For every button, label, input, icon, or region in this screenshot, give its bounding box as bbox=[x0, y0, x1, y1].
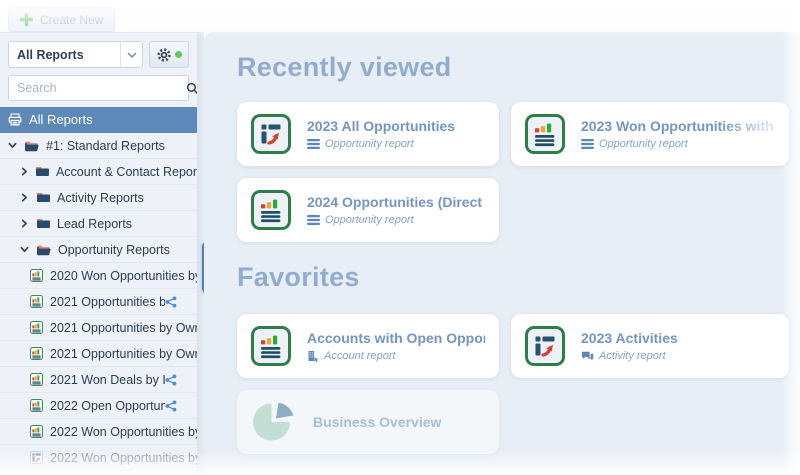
expand-chevron-icon[interactable] bbox=[20, 167, 35, 176]
chat-icon bbox=[581, 351, 594, 362]
tree-item[interactable]: Lead Reports bbox=[0, 211, 197, 237]
gear-icon bbox=[156, 47, 172, 63]
bar-chart-icon bbox=[251, 190, 291, 230]
tree-item[interactable]: Account & Contact Reports bbox=[0, 159, 197, 185]
report-card[interactable]: 2024 Opportunities (Direct Sales) Opport… bbox=[237, 178, 499, 242]
tree-item[interactable]: 2022 Won Opportunities by... bbox=[0, 419, 197, 445]
tree-item[interactable]: 2021 Opportunities by Own... bbox=[0, 341, 197, 367]
reports-app: Create New All Reports Search All Report… bbox=[0, 0, 800, 475]
favorites-grid: Accounts with Open Opportunities... Acco… bbox=[237, 314, 789, 454]
tree-item[interactable]: 2020 Won Opportunities by... bbox=[0, 263, 197, 289]
list-icon bbox=[581, 139, 594, 149]
tree-item[interactable]: 2022 Open Opportunit... bbox=[0, 393, 197, 419]
list-icon bbox=[307, 139, 320, 149]
report-type-label: Activity report bbox=[599, 350, 666, 362]
tree-item-label: Opportunity Reports bbox=[58, 242, 170, 257]
sidebar: All Reports Search All Reports #1: Stand… bbox=[0, 32, 199, 475]
list-icon bbox=[307, 215, 320, 225]
expand-chevron-icon[interactable] bbox=[8, 141, 24, 150]
building-icon bbox=[307, 350, 319, 362]
report-bar-icon bbox=[30, 295, 43, 308]
report-bar-icon bbox=[30, 347, 43, 360]
tree-item-label: Activity Reports bbox=[57, 190, 144, 205]
report-card-title: 2023 All Opportunities bbox=[307, 118, 456, 134]
folder-closed-icon bbox=[35, 166, 49, 177]
tree-item-label: All Reports bbox=[29, 112, 93, 127]
report-card-title: Accounts with Open Opportunities... bbox=[307, 330, 485, 346]
sidebar-search bbox=[8, 75, 199, 101]
report-bar-icon bbox=[30, 269, 43, 282]
share-icon[interactable] bbox=[165, 374, 177, 386]
folder-closed-icon bbox=[36, 218, 50, 229]
tree-item-label: 2021 Opportunities by Own... bbox=[50, 346, 197, 361]
report-type-label: Opportunity report bbox=[325, 214, 414, 226]
report-pivot-icon bbox=[30, 451, 43, 464]
recently-viewed-grid: 2023 All Opportunities Opportunity repor… bbox=[237, 102, 789, 242]
report-filter-value: All Reports bbox=[17, 47, 84, 62]
all-reports-icon bbox=[8, 113, 22, 126]
tree-item[interactable]: #1: Standard Reports bbox=[0, 133, 197, 159]
report-filter-select[interactable]: All Reports bbox=[8, 41, 143, 68]
tree-item-label: Lead Reports bbox=[57, 216, 133, 231]
tree-item[interactable]: Opportunity Reports bbox=[0, 237, 197, 263]
tree-item[interactable]: All Reports bbox=[0, 107, 197, 133]
chevron-down-icon bbox=[120, 42, 142, 67]
section-title-recently-viewed: Recently viewed bbox=[237, 52, 452, 82]
report-card-title: 2023 Won Opportunities with Total... bbox=[581, 118, 775, 134]
report-card-title: Business Overview bbox=[313, 414, 442, 430]
bar-chart-icon bbox=[251, 326, 291, 366]
tree-item[interactable]: 2023 All Opportunities bbox=[0, 471, 197, 475]
expand-chevron-icon[interactable] bbox=[20, 193, 36, 202]
plus-icon bbox=[20, 13, 33, 26]
tree-item[interactable]: Activity Reports bbox=[0, 185, 197, 211]
tree-item-label: 2021 Won Deals by In... bbox=[50, 372, 165, 387]
report-bar-icon bbox=[30, 425, 43, 438]
report-tree: All Reports #1: Standard Reports Account… bbox=[0, 107, 197, 475]
report-bar-icon bbox=[30, 321, 43, 334]
folder-open-icon bbox=[36, 244, 51, 256]
report-type-label: Opportunity report bbox=[599, 138, 688, 150]
report-bar-icon bbox=[30, 373, 43, 386]
create-new-label: Create New bbox=[40, 12, 104, 27]
create-new-button[interactable]: Create New bbox=[8, 7, 116, 32]
tree-item[interactable]: 2021 Opportunities by... bbox=[0, 289, 197, 315]
top-toolbar: Create New bbox=[0, 0, 800, 32]
report-card[interactable]: 2023 Won Opportunities with Total... Opp… bbox=[511, 102, 789, 166]
tree-item[interactable]: 2021 Opportunities by Own... bbox=[0, 315, 197, 341]
pivot-chart-icon bbox=[525, 326, 565, 366]
search-input[interactable] bbox=[9, 81, 186, 95]
tree-item-label: 2020 Won Opportunities by... bbox=[50, 268, 197, 283]
folder-closed-icon bbox=[36, 192, 50, 203]
tree-item-label: #1: Standard Reports bbox=[46, 138, 165, 153]
tree-item-label: 2021 Opportunities by Own... bbox=[50, 320, 197, 335]
tree-item-label: 2022 Won Opportunities by... bbox=[50, 450, 197, 465]
folder-open-icon bbox=[24, 140, 39, 152]
report-bar-icon bbox=[30, 399, 43, 412]
report-type-label: Account report bbox=[324, 350, 396, 362]
report-type-label: Opportunity report bbox=[325, 138, 414, 150]
pie-chart-icon bbox=[251, 400, 297, 444]
tree-item-label: Account & Contact Reports bbox=[55, 164, 197, 179]
report-card-title: 2024 Opportunities (Direct Sales) bbox=[307, 194, 485, 210]
share-icon[interactable] bbox=[165, 296, 177, 308]
report-card-title: 2023 Activities bbox=[581, 330, 678, 346]
tree-item-label: 2022 Open Opportunit... bbox=[50, 398, 165, 413]
share-icon[interactable] bbox=[165, 400, 177, 412]
expand-chevron-icon[interactable] bbox=[20, 245, 36, 254]
settings-button[interactable] bbox=[149, 41, 189, 68]
report-card[interactable]: 2023 Activities Activity report bbox=[511, 314, 789, 378]
section-title-favorites: Favorites bbox=[237, 262, 360, 292]
report-card[interactable]: Accounts with Open Opportunities... Acco… bbox=[237, 314, 499, 378]
bar-chart-icon bbox=[525, 114, 565, 154]
tree-item[interactable]: 2022 Won Opportunities by... bbox=[0, 445, 197, 471]
expand-chevron-icon[interactable] bbox=[20, 219, 36, 228]
main-panel: Recently viewed 2023 All Opportunities O… bbox=[204, 32, 800, 475]
tree-item[interactable]: 2021 Won Deals by In... bbox=[0, 367, 197, 393]
report-card[interactable]: Business Overview bbox=[237, 390, 499, 454]
status-dot bbox=[175, 51, 182, 58]
pivot-chart-icon bbox=[251, 114, 291, 154]
report-card[interactable]: 2023 All Opportunities Opportunity repor… bbox=[237, 102, 499, 166]
tree-item-label: 2021 Opportunities by... bbox=[50, 294, 165, 309]
tree-item-label: 2022 Won Opportunities by... bbox=[50, 424, 197, 439]
